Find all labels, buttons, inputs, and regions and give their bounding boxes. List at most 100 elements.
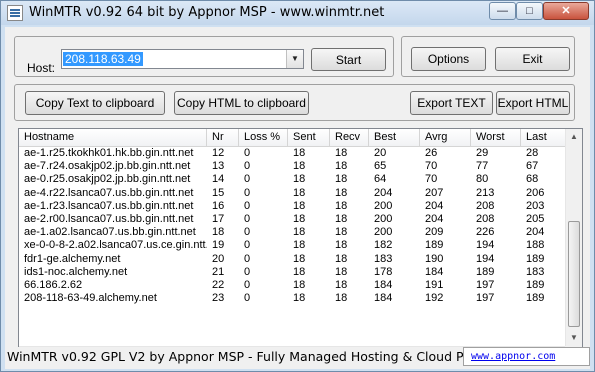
cell-worst: 197 bbox=[476, 292, 495, 305]
table-row[interactable]: ae-4.r22.lsanca07.us.bb.gin.ntt.net 15 0 18… bbox=[19, 187, 566, 200]
table-row[interactable]: 66.186.2.62 22 0 18 18 184 191 197 189 bbox=[19, 279, 566, 292]
cell-hostname: 208-118-63-49.alchemy.net bbox=[24, 292, 157, 305]
export-html-button[interactable]: Export HTML bbox=[496, 91, 570, 115]
table-row[interactable]: xe-0-0-8-2.a02.lsanca07.us.ce.gin.ntt...… bbox=[19, 239, 566, 252]
cell-hostname: ae-4.r22.lsanca07.us.bb.gin.ntt.net bbox=[24, 186, 194, 199]
winmtr-app-icon bbox=[7, 5, 23, 21]
column-header-hostname[interactable]: Hostname bbox=[19, 129, 207, 146]
cell-sent: 18 bbox=[293, 226, 306, 239]
minimize-icon: — bbox=[497, 5, 508, 17]
column-header-nr[interactable]: Nr bbox=[207, 129, 239, 146]
cell-avrg: 207 bbox=[425, 186, 444, 199]
cell-loss: 0 bbox=[244, 199, 251, 212]
scroll-down-icon[interactable]: ▼ bbox=[566, 330, 582, 346]
cell-sent: 18 bbox=[293, 213, 306, 225]
cell-avrg: 70 bbox=[425, 173, 438, 186]
maximize-button[interactable]: □ bbox=[516, 2, 543, 20]
cell-nr: 22 bbox=[212, 279, 225, 291]
cell-best: 178 bbox=[374, 265, 393, 278]
cell-last: 203 bbox=[526, 199, 545, 212]
cell-last: 206 bbox=[526, 186, 545, 199]
copy-text-button[interactable]: Copy Text to clipboard bbox=[25, 91, 165, 115]
column-header-worst[interactable]: Worst bbox=[471, 129, 521, 146]
export-text-button[interactable]: Export TEXT bbox=[410, 91, 493, 115]
cell-worst: 208 bbox=[476, 213, 495, 225]
table-row[interactable]: ae-1.r25.tkokhk01.hk.bb.gin.ntt.net 12 0 18… bbox=[19, 147, 566, 160]
copy-html-button[interactable]: Copy HTML to clipboard bbox=[174, 91, 309, 115]
column-header-loss[interactable]: Loss % bbox=[239, 129, 288, 146]
host-label: Host: bbox=[27, 61, 56, 75]
host-value[interactable]: 208.118.63.49 bbox=[63, 52, 143, 66]
cell-recv: 18 bbox=[335, 160, 348, 173]
column-header-best[interactable]: Best bbox=[369, 129, 420, 146]
cell-best: 200 bbox=[374, 199, 393, 212]
cell-best: 65 bbox=[374, 160, 387, 173]
vertical-scrollbar[interactable]: ▲ ▼ bbox=[565, 129, 582, 346]
cell-best: 182 bbox=[374, 239, 393, 252]
cell-sent: 18 bbox=[293, 160, 306, 173]
host-combobox[interactable]: 208.118.63.49 ▼ bbox=[61, 49, 304, 69]
cell-worst: 189 bbox=[476, 265, 495, 278]
scroll-up-icon[interactable]: ▲ bbox=[566, 129, 582, 145]
cell-recv: 18 bbox=[335, 173, 348, 186]
minimize-button[interactable]: — bbox=[489, 2, 516, 20]
status-bar: WinMTR v0.92 GPL V2 by Appnor MSP - Full… bbox=[5, 347, 590, 367]
cell-nr: 17 bbox=[212, 213, 225, 225]
table-row[interactable]: ae-1.a02.lsanca07.us.bb.gin.ntt.net 18 0 18… bbox=[19, 226, 566, 239]
cell-worst: 194 bbox=[476, 239, 495, 252]
window-title: WinMTR v0.92 64 bit by Appnor MSP - www.… bbox=[29, 5, 385, 20]
cell-avrg: 192 bbox=[425, 292, 444, 305]
cell-recv: 18 bbox=[335, 239, 348, 252]
start-button[interactable]: Start bbox=[311, 48, 386, 71]
chevron-down-icon[interactable]: ▼ bbox=[286, 50, 303, 68]
cell-hostname: ae-7.r24.osakjp02.jp.bb.gin.ntt.net bbox=[24, 160, 191, 173]
results-table[interactable]: Hostname Nr Loss % Sent Recv Best Avrg W… bbox=[18, 128, 583, 364]
cell-hostname: 66.186.2.62 bbox=[24, 279, 83, 291]
appnor-link-box[interactable]: www.appnor.com bbox=[463, 347, 590, 366]
cell-hostname: ae-1.a02.lsanca07.us.bb.gin.ntt.net bbox=[24, 226, 196, 239]
table-row[interactable]: ae-7.r24.osakjp02.jp.bb.gin.ntt.net 13 0 18… bbox=[19, 160, 566, 173]
cell-worst: 29 bbox=[476, 147, 489, 159]
cell-avrg: 26 bbox=[425, 147, 438, 159]
table-row[interactable]: ae-2.r00.lsanca07.us.bb.gin.ntt.net 17 0 18… bbox=[19, 213, 566, 226]
cell-recv: 18 bbox=[335, 265, 348, 278]
client-area: Host: 208.118.63.49 ▼ Start Options Exit… bbox=[5, 27, 590, 369]
cell-recv: 18 bbox=[335, 199, 348, 212]
table-row[interactable]: fdr1-ge.alchemy.net 20 0 18 18 183 190 194 189 bbox=[19, 253, 566, 266]
exit-button[interactable]: Exit bbox=[495, 47, 570, 71]
column-header-last[interactable]: Last bbox=[521, 129, 566, 146]
table-row[interactable]: ae-1.r23.lsanca07.us.bb.gin.ntt.net 16 0 18… bbox=[19, 200, 566, 213]
title-bar[interactable]: WinMTR v0.92 64 bit by Appnor MSP - www.… bbox=[1, 1, 594, 25]
options-button[interactable]: Options bbox=[411, 47, 486, 71]
cell-best: 20 bbox=[374, 147, 387, 159]
cell-sent: 18 bbox=[293, 265, 306, 278]
cell-hostname: ids1-noc.alchemy.net bbox=[24, 265, 128, 278]
cell-last: 205 bbox=[526, 213, 545, 225]
status-text: WinMTR v0.92 GPL V2 by Appnor MSP - Full… bbox=[7, 349, 487, 364]
cell-recv: 18 bbox=[335, 147, 348, 159]
cell-sent: 18 bbox=[293, 186, 306, 199]
cell-nr: 19 bbox=[212, 239, 225, 252]
cell-recv: 18 bbox=[335, 252, 348, 265]
cell-sent: 18 bbox=[293, 239, 306, 252]
table-row[interactable]: 208-118-63-49.alchemy.net 23 0 18 18 184 192 19… bbox=[19, 292, 566, 305]
column-header-avrg[interactable]: Avrg bbox=[420, 129, 471, 146]
cell-recv: 18 bbox=[335, 292, 348, 305]
close-button[interactable]: ✕ bbox=[543, 2, 589, 20]
table-row[interactable]: ids1-noc.alchemy.net 21 0 18 18 178 184 189 183 bbox=[19, 266, 566, 279]
cell-hostname: ae-2.r00.lsanca07.us.bb.gin.ntt.net bbox=[24, 213, 194, 225]
column-header-recv[interactable]: Recv bbox=[330, 129, 369, 146]
cell-loss: 0 bbox=[244, 292, 251, 305]
cell-worst: 213 bbox=[476, 186, 495, 199]
cell-best: 183 bbox=[374, 252, 393, 265]
cell-loss: 0 bbox=[244, 173, 251, 186]
table-row[interactable]: ae-0.r25.osakjp02.jp.bb.gin.ntt.net 14 0 18… bbox=[19, 173, 566, 186]
cell-hostname: ae-1.r23.lsanca07.us.bb.gin.ntt.net bbox=[24, 199, 194, 212]
close-icon: ✕ bbox=[561, 5, 571, 17]
vertical-scroll-thumb[interactable] bbox=[568, 221, 580, 327]
appnor-link[interactable]: www.appnor.com bbox=[471, 351, 555, 362]
cell-recv: 18 bbox=[335, 226, 348, 239]
cell-sent: 18 bbox=[293, 173, 306, 186]
column-header-sent[interactable]: Sent bbox=[288, 129, 330, 146]
cell-avrg: 191 bbox=[425, 279, 444, 291]
